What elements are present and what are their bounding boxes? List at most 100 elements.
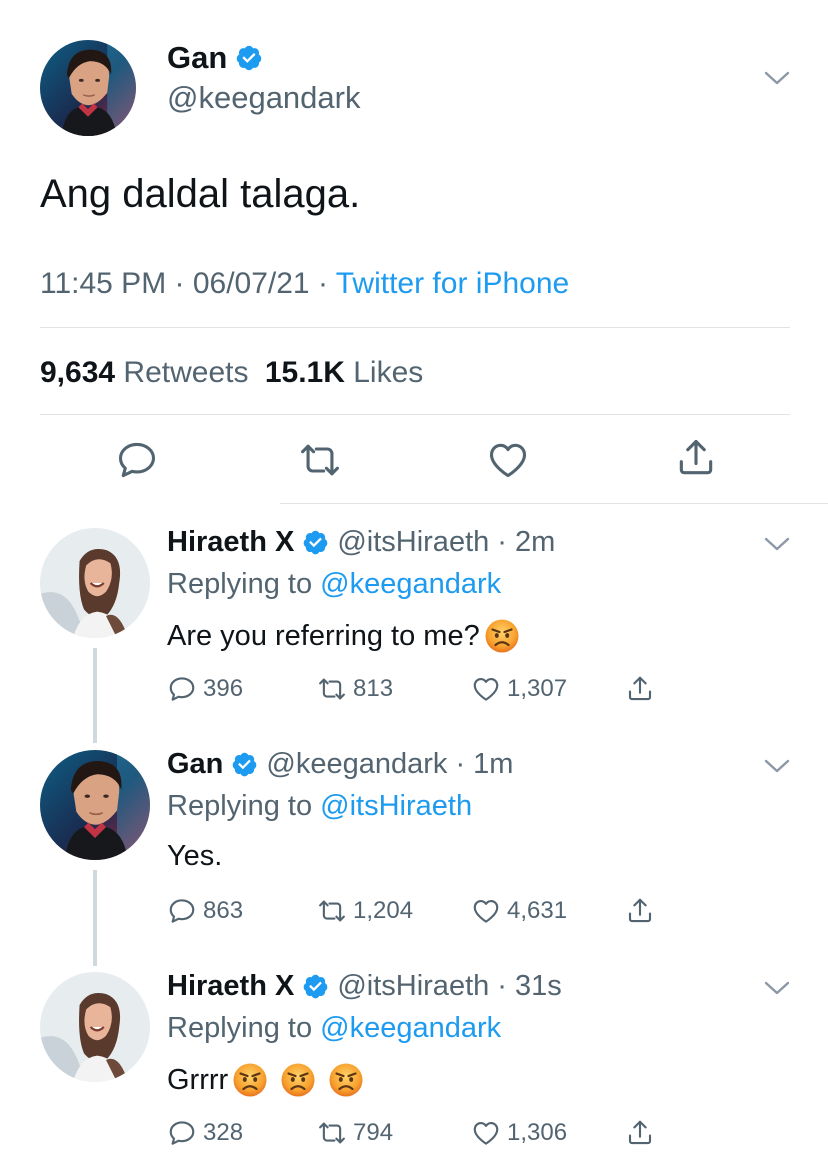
replying-prefix: Replying to	[167, 790, 321, 822]
like-icon	[471, 1118, 501, 1148]
verified-badge-icon	[302, 529, 329, 556]
reply-avatar[interactable]	[40, 750, 150, 860]
retweets-count: 9,634	[40, 356, 116, 389]
retweet-count: 813	[353, 675, 394, 702]
reply-author-handle[interactable]: @itsHiraeth · 2m	[337, 526, 555, 559]
reply-header: Hiraeth X @itsHiraeth · 31s	[167, 970, 562, 1003]
angry-face-emoji	[484, 618, 520, 654]
replying-to: Replying to @keegandark	[167, 1012, 501, 1045]
retweets-label: Retweets	[123, 356, 249, 389]
chevron-down-icon[interactable]	[764, 758, 790, 774]
share-icon	[625, 674, 655, 704]
tweet-text: Ang daldal talaga.	[40, 172, 361, 216]
reply-count: 328	[203, 1119, 244, 1146]
like-count: 1,306	[507, 1119, 568, 1146]
like-button[interactable]: 1,307	[471, 674, 567, 704]
tweet-meta: 11:45 PM · 06/07/21 · Twitter for iPhone	[40, 267, 569, 301]
like-count: 4,631	[507, 897, 568, 924]
reply-text-content: Are you referring to me?	[167, 619, 480, 652]
likes-stat[interactable]: 15.1K Likes	[265, 356, 423, 389]
tweet-timestamp[interactable]: 11:45 PM · 06/07/21 ·	[40, 267, 336, 300]
reply-author-handle[interactable]: @keegandark · 1m	[266, 748, 513, 781]
reply-text-content: Grrrr	[167, 1063, 229, 1096]
reply-header: Hiraeth X @itsHiraeth · 2m	[167, 526, 555, 559]
replying-to: Replying to @itsHiraeth	[167, 790, 472, 823]
thread-line	[93, 648, 97, 743]
likes-label: Likes	[353, 356, 424, 389]
reply-text: Grrrr	[167, 1062, 364, 1098]
thread-line	[93, 870, 97, 966]
reply-avatar[interactable]	[40, 972, 150, 1082]
author-name[interactable]: Gan	[167, 40, 227, 76]
avatar-image	[40, 528, 150, 638]
angry-face-emoji	[232, 1062, 268, 1098]
reply-count: 863	[203, 897, 244, 924]
like-icon	[486, 438, 530, 482]
chevron-down-icon[interactable]	[764, 536, 790, 552]
divider	[280, 503, 828, 504]
reply-actions: 396 813 1,307	[167, 674, 667, 710]
reply-button[interactable]: 328	[167, 1118, 243, 1148]
reply-button[interactable]	[115, 438, 159, 482]
share-icon	[625, 896, 655, 926]
reply-actions: 328 794 1,306	[167, 1118, 667, 1154]
reply-count: 396	[203, 675, 244, 702]
verified-badge-icon	[231, 751, 258, 778]
chevron-down-icon[interactable]	[764, 980, 790, 996]
replying-prefix: Replying to	[167, 1012, 321, 1044]
retweet-button[interactable]: 813	[317, 674, 393, 704]
reply-author-name[interactable]: Hiraeth X	[167, 970, 294, 1003]
retweet-icon	[317, 674, 347, 704]
reply-author-name[interactable]: Gan	[167, 748, 223, 781]
like-count: 1,307	[507, 675, 568, 702]
like-icon	[471, 896, 501, 926]
retweet-icon	[317, 1118, 347, 1148]
share-button[interactable]	[625, 896, 655, 926]
reply-avatar[interactable]	[40, 528, 150, 638]
retweet-button[interactable]: 1,204	[317, 896, 413, 926]
reply-icon	[167, 896, 197, 926]
retweet-count: 1,204	[353, 897, 414, 924]
reply-author-name[interactable]: Hiraeth X	[167, 526, 294, 559]
reply-text: Yes.	[167, 840, 222, 873]
replying-to: Replying to @keegandark	[167, 568, 501, 601]
chevron-down-icon[interactable]	[764, 70, 790, 86]
reply-button[interactable]: 396	[167, 674, 243, 704]
retweet-count: 794	[353, 1119, 394, 1146]
avatar-image	[40, 972, 150, 1082]
verified-badge-icon	[235, 44, 263, 72]
tweet-source[interactable]: Twitter for iPhone	[336, 267, 569, 300]
replying-to-handle[interactable]: @itsHiraeth	[320, 790, 472, 822]
replying-to-handle[interactable]: @keegandark	[320, 568, 501, 600]
retweet-icon	[317, 896, 347, 926]
replying-to-handle[interactable]: @keegandark	[320, 1012, 501, 1044]
reply-actions: 863 1,204 4,631	[167, 896, 667, 932]
reply-icon	[115, 438, 159, 482]
like-button[interactable]: 4,631	[471, 896, 567, 926]
author-handle[interactable]: @keegandark	[167, 80, 360, 116]
tweet-stats: 9,634 Retweets 15.1K Likes	[40, 356, 423, 390]
share-button[interactable]	[674, 436, 718, 480]
retweets-stat[interactable]: 9,634 Retweets	[40, 356, 248, 389]
retweet-button[interactable]	[298, 438, 342, 482]
reply-icon	[167, 1118, 197, 1148]
retweet-button[interactable]: 794	[317, 1118, 393, 1148]
angry-face-emoji	[328, 1062, 364, 1098]
author-avatar[interactable]	[40, 40, 136, 136]
likes-count: 15.1K	[264, 356, 345, 389]
reply-text: Are you referring to me?	[167, 618, 520, 654]
reply-icon	[167, 674, 197, 704]
reply-author-handle[interactable]: @itsHiraeth · 31s	[337, 970, 561, 1003]
reply-button[interactable]: 863	[167, 896, 243, 926]
avatar-image	[40, 750, 150, 860]
share-button[interactable]	[625, 1118, 655, 1148]
like-button[interactable]: 1,306	[471, 1118, 567, 1148]
replying-prefix: Replying to	[167, 568, 321, 600]
like-button[interactable]	[486, 438, 530, 482]
like-icon	[471, 674, 501, 704]
share-icon	[625, 1118, 655, 1148]
reply-header: Gan @keegandark · 1m	[167, 748, 513, 781]
divider	[40, 414, 790, 415]
share-button[interactable]	[625, 674, 655, 704]
author-name-row[interactable]: Gan	[167, 40, 263, 76]
